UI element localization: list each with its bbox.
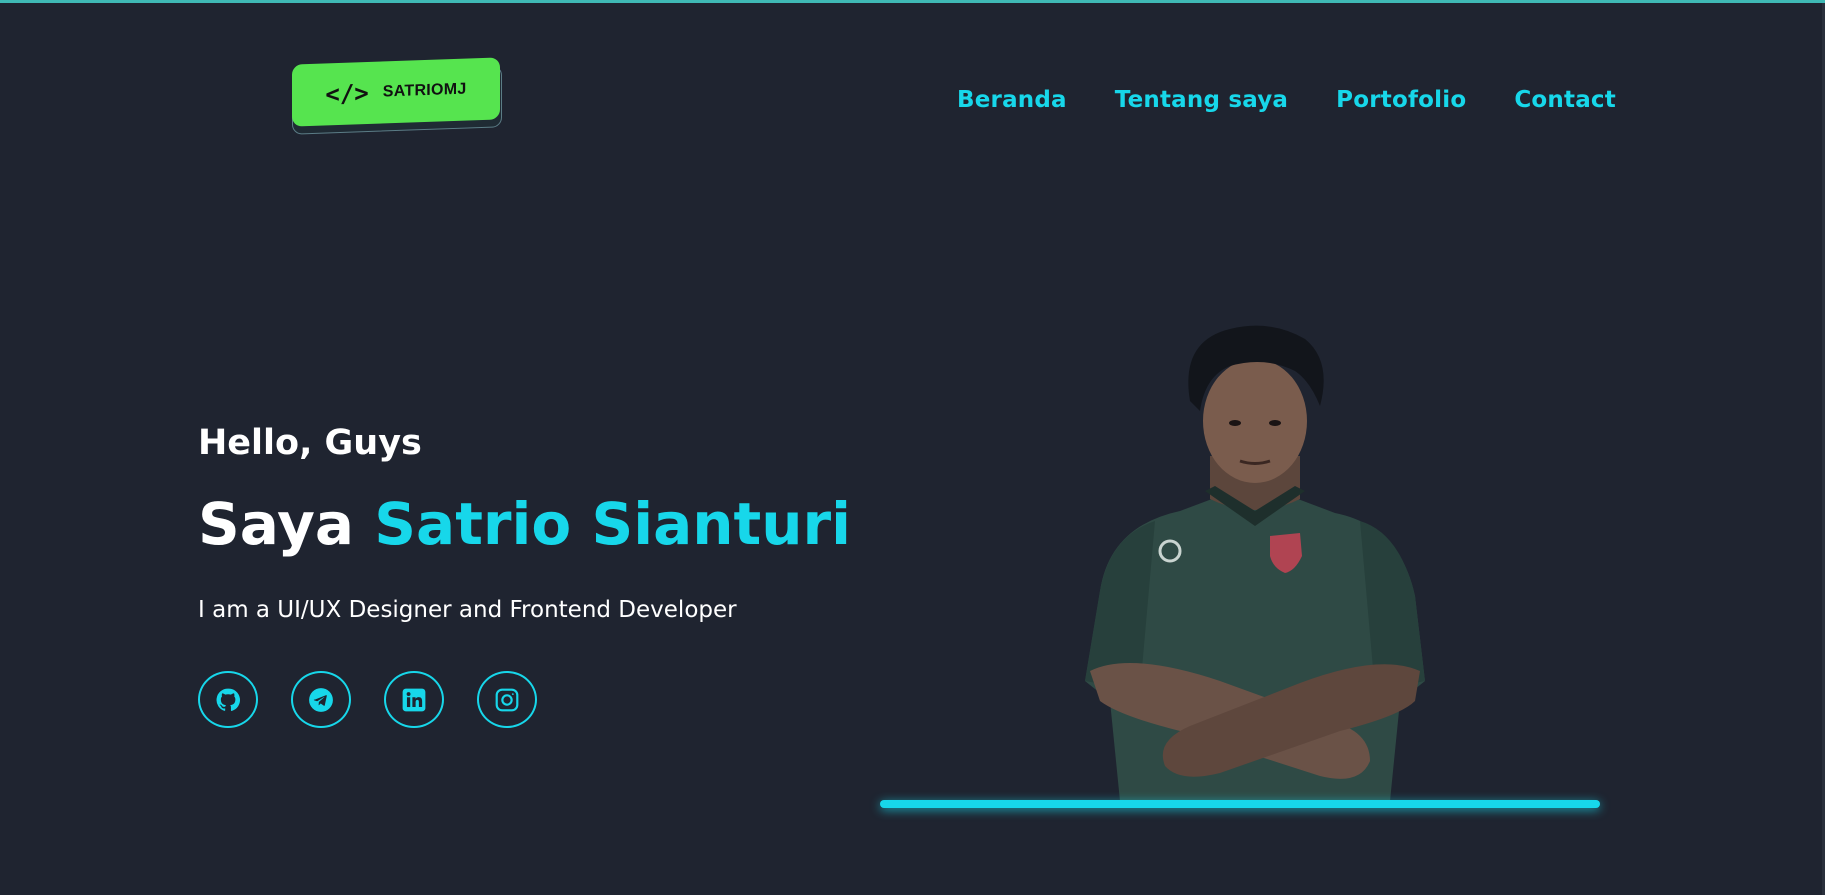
linkedin-icon <box>402 688 426 711</box>
logo[interactable]: </> SATRIOMJ <box>290 57 505 135</box>
instagram-button[interactable] <box>477 671 537 728</box>
nav-portofolio[interactable]: Portofolio <box>1336 87 1466 113</box>
nav-tentang-saya[interactable]: Tentang saya <box>1115 87 1288 113</box>
main-nav: Beranda Tentang saya Portofolio Contact <box>957 87 1616 113</box>
logo-text: SATRIOMJ <box>382 80 467 101</box>
linkedin-button[interactable] <box>384 671 444 728</box>
headline-name: Satrio Sianturi <box>374 490 852 558</box>
nav-contact[interactable]: Contact <box>1514 87 1616 113</box>
tagline: I am a UI/UX Designer and Frontend Devel… <box>198 597 737 623</box>
page: </> SATRIOMJ Beranda Tentang saya Portof… <box>0 0 1825 895</box>
photo-underline <box>880 800 1600 808</box>
telegram-button[interactable] <box>291 671 351 728</box>
headline-prefix: Saya <box>198 490 355 558</box>
social-links <box>198 671 537 728</box>
github-button[interactable] <box>198 671 258 728</box>
headline: Saya Satrio Sianturi <box>198 490 851 558</box>
profile-photo <box>1085 325 1425 801</box>
telegram-icon <box>309 687 333 712</box>
code-icon: </> <box>325 78 369 109</box>
instagram-icon <box>495 688 519 711</box>
nav-beranda[interactable]: Beranda <box>957 87 1067 113</box>
greeting: Hello, Guys <box>198 423 422 463</box>
logo-badge: </> SATRIOMJ <box>292 57 500 127</box>
github-icon <box>216 688 241 711</box>
